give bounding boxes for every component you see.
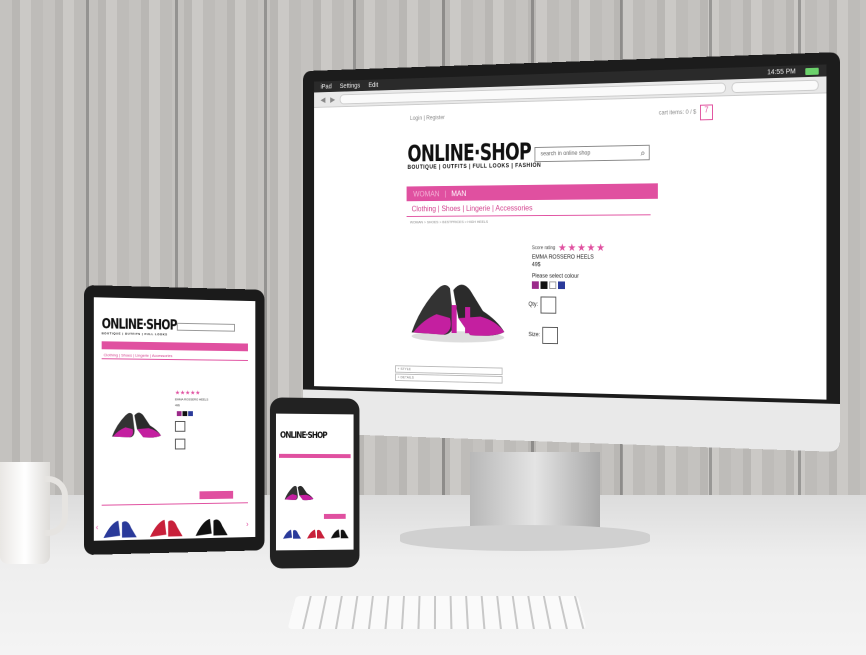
search-input[interactable]: [176, 322, 235, 332]
star-rating-icon[interactable]: ★★★★★: [558, 241, 606, 253]
breadcrumb[interactable]: WOMAN > SHOES > BESTPRICES > HIGH HEELS: [410, 219, 488, 224]
divider: [101, 502, 248, 506]
divider: [101, 358, 248, 361]
search-icon[interactable]: ⌕: [641, 148, 646, 159]
colour-swatches: [531, 281, 566, 290]
login-register-links[interactable]: Login | Register: [410, 115, 445, 121]
tab-details[interactable]: + DETAILS: [395, 373, 503, 384]
product-price: 49$: [531, 262, 541, 269]
qty-field: [174, 420, 186, 432]
add-to-cart-button[interactable]: [323, 513, 346, 519]
product-image[interactable]: [108, 395, 166, 450]
gender-nav[interactable]: [279, 453, 351, 459]
monitor-stand-base: [400, 525, 650, 551]
swatch-black[interactable]: [540, 281, 548, 289]
rating: Score rating ★★★★★: [532, 241, 606, 253]
gender-nav: WOMAN | MAN: [406, 183, 658, 202]
swatch-purple[interactable]: [176, 411, 182, 417]
tablet-screen: ONLINE·SHOP BOUTIQUE | OUTFITS | FULL LO…: [93, 297, 256, 541]
category-nav[interactable]: Clothing | Shoes | Lingerie | Accessorie…: [412, 204, 533, 213]
tablet-device: ONLINE·SHOP BOUTIQUE | OUTFITS | FULL LO…: [84, 285, 265, 555]
cart[interactable]: cart items: 0 / $ 7: [659, 104, 713, 121]
product-price: 49$: [174, 403, 180, 408]
add-to-cart-button[interactable]: [199, 490, 234, 500]
clock: 14:55 PM: [767, 67, 796, 76]
nav-man[interactable]: MAN: [451, 189, 466, 198]
status-item: Edit: [368, 81, 379, 89]
phone-device: ONLINE·SHOP: [269, 397, 360, 569]
gender-nav[interactable]: [101, 341, 248, 352]
size-input[interactable]: [542, 326, 559, 345]
category-nav[interactable]: Clothing | Shoes | Lingerie | Accessorie…: [104, 352, 173, 358]
shop-logo[interactable]: ONLINE·SHOP: [280, 430, 338, 442]
qty-input[interactable]: [174, 420, 186, 432]
chevron-left-icon[interactable]: ‹: [96, 523, 99, 532]
related-product-image[interactable]: [102, 514, 139, 541]
divider: [406, 214, 651, 217]
forward-arrow-icon[interactable]: ▶: [330, 95, 335, 103]
phone-screen: ONLINE·SHOP: [275, 413, 354, 551]
colour-swatches: [176, 411, 193, 417]
product-name: EMMA ROSSERO HEELS: [174, 397, 209, 402]
coffee-mug: [0, 462, 50, 564]
battery-icon: [805, 67, 819, 75]
desktop-monitor: iPad Settings Edit 14:55 PM ◀ ▶ Login | …: [302, 52, 840, 452]
size-label: Size:: [528, 332, 540, 339]
chevron-right-icon[interactable]: ›: [246, 520, 248, 529]
related-product-image[interactable]: [306, 526, 326, 540]
browser-search-bar[interactable]: [731, 79, 819, 93]
logo-text: ONLINE·SHOP: [101, 316, 177, 334]
swatch-purple[interactable]: [531, 281, 539, 289]
back-arrow-icon[interactable]: ◀: [320, 95, 325, 103]
nav-woman[interactable]: WOMAN: [413, 189, 439, 198]
qty-label: Qty:: [528, 302, 538, 308]
related-product-image[interactable]: [148, 513, 184, 539]
size-input[interactable]: [174, 438, 186, 450]
star-rating-icon[interactable]: ★★★★★: [175, 390, 200, 397]
colour-label: Please select colour: [531, 273, 579, 280]
product-image[interactable]: [403, 253, 513, 352]
status-item: iPad: [320, 83, 332, 91]
monitor-stand: [470, 452, 600, 530]
size-field: [174, 438, 186, 450]
size-field: Size:: [528, 326, 559, 345]
product-image[interactable]: [282, 476, 316, 509]
related-products: [282, 526, 350, 541]
logo-text: ONLINE·SHOP: [407, 137, 531, 168]
related-product-image[interactable]: [194, 512, 230, 538]
product-name: EMMA ROSSERO HEELS: [531, 254, 594, 261]
monitor-screen: iPad Settings Edit 14:55 PM ◀ ▶ Login | …: [314, 64, 827, 400]
cart-label: cart items: 0 / $: [658, 109, 697, 117]
qty-input[interactable]: [540, 296, 557, 314]
keyboard: [287, 596, 587, 629]
logo-text: ONLINE·SHOP: [280, 430, 327, 442]
status-item: Settings: [339, 82, 361, 90]
swatch-blue[interactable]: [188, 411, 193, 417]
swatch-white[interactable]: [549, 281, 557, 290]
search-placeholder: search in online shop: [540, 150, 591, 158]
related-product-image[interactable]: [282, 526, 302, 540]
search-input[interactable]: search in online shop ⌕: [534, 144, 650, 163]
qty-field: Qty:: [528, 296, 557, 314]
swatch-black[interactable]: [182, 411, 188, 417]
shop-page: Login | Register cart items: 0 / $ 7 ONL…: [314, 93, 826, 399]
swatch-blue[interactable]: [558, 281, 566, 290]
product-tabs: + STYLE + DETAILS: [395, 365, 503, 384]
related-product-image[interactable]: [330, 526, 350, 540]
nav-separator: |: [444, 189, 447, 198]
rating-label: Score rating: [531, 244, 556, 251]
related-products: [102, 512, 230, 540]
cart-icon[interactable]: 7: [699, 104, 713, 121]
mug-handle: [44, 476, 68, 536]
